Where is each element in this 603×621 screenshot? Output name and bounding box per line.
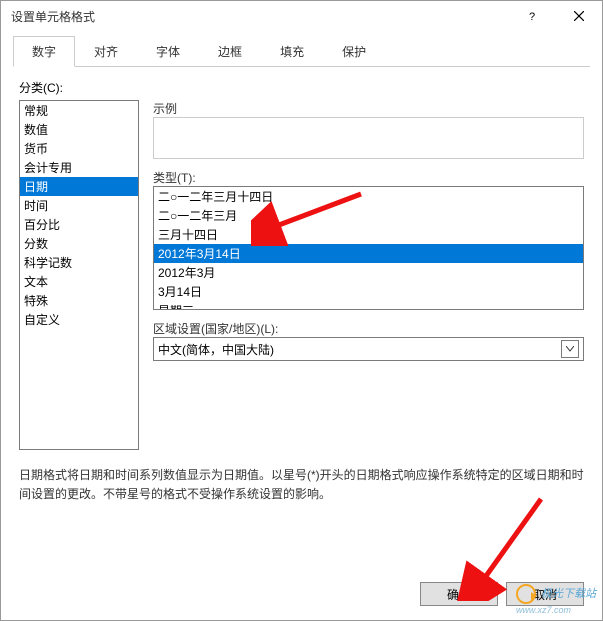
locale-select[interactable]: 中文(简体，中国大陆) — [153, 337, 584, 361]
list-item[interactable]: 数值 — [20, 120, 138, 139]
tabs: 数字 对齐 字体 边框 填充 保护 — [13, 35, 590, 67]
titlebar: 设置单元格格式 ? — [1, 1, 602, 31]
list-item[interactable]: 货币 — [20, 139, 138, 158]
cancel-button[interactable]: 取消 — [506, 582, 584, 606]
content-panel: 分类(C): 常规 数值 货币 会计专用 日期 时间 百分比 分数 科学记数 文… — [1, 67, 602, 456]
sample-label: 示例 — [153, 100, 584, 117]
sample-box — [153, 117, 584, 159]
list-item[interactable]: 文本 — [20, 272, 138, 291]
footer: 确定 取消 — [420, 582, 584, 606]
locale-label: 区域设置(国家/地区)(L): — [153, 320, 584, 337]
list-item[interactable]: 星期三 — [154, 301, 583, 310]
list-item[interactable]: 自定义 — [20, 310, 138, 329]
ok-button[interactable]: 确定 — [420, 582, 498, 606]
list-item[interactable]: 科学记数 — [20, 253, 138, 272]
tab-fill[interactable]: 填充 — [261, 36, 323, 67]
tab-alignment[interactable]: 对齐 — [75, 36, 137, 67]
description-text: 日期格式将日期和时间系列数值显示为日期值。以星号(*)开头的日期格式响应操作系统… — [19, 466, 584, 504]
list-item[interactable]: 二○一二年三月十四日 — [154, 187, 583, 206]
list-item[interactable]: 三月十四日 — [154, 225, 583, 244]
list-item[interactable]: 时间 — [20, 196, 138, 215]
window-title: 设置单元格格式 — [11, 8, 95, 25]
type-list[interactable]: 二○一二年三月十四日 二○一二年三月 三月十四日 2012年3月14日 2012… — [153, 186, 584, 310]
list-item[interactable]: 日期 — [20, 177, 138, 196]
list-item[interactable]: 特殊 — [20, 291, 138, 310]
type-section: 类型(T): 二○一二年三月十四日 二○一二年三月 三月十四日 2012年3月1… — [153, 169, 584, 310]
help-button[interactable]: ? — [510, 1, 556, 31]
svg-text:?: ? — [529, 11, 535, 21]
chevron-down-icon[interactable] — [561, 340, 579, 358]
list-item[interactable]: 2012年3月14日 — [154, 244, 583, 263]
type-label: 类型(T): — [153, 169, 584, 186]
list-item[interactable]: 2012年3月 — [154, 263, 583, 282]
list-item[interactable]: 常规 — [20, 101, 138, 120]
tab-number[interactable]: 数字 — [13, 36, 75, 67]
close-button[interactable] — [556, 1, 602, 31]
list-item[interactable]: 二○一二年三月 — [154, 206, 583, 225]
list-item[interactable]: 会计专用 — [20, 158, 138, 177]
titlebar-buttons: ? — [510, 1, 602, 31]
list-item[interactable]: 分数 — [20, 234, 138, 253]
tab-font[interactable]: 字体 — [137, 36, 199, 67]
category-list[interactable]: 常规 数值 货币 会计专用 日期 时间 百分比 分数 科学记数 文本 特殊 自定… — [19, 100, 139, 450]
sample-section: 示例 — [153, 100, 584, 159]
category-label: 分类(C): — [19, 79, 584, 96]
tab-border[interactable]: 边框 — [199, 36, 261, 67]
locale-value: 中文(简体，中国大陆) — [158, 341, 274, 358]
list-item[interactable]: 3月14日 — [154, 282, 583, 301]
locale-section: 区域设置(国家/地区)(L): 中文(简体，中国大陆) — [153, 320, 584, 361]
tab-protection[interactable]: 保护 — [323, 36, 385, 67]
right-column: 示例 类型(T): 二○一二年三月十四日 二○一二年三月 三月十四日 2012年… — [153, 100, 584, 450]
list-item[interactable]: 百分比 — [20, 215, 138, 234]
